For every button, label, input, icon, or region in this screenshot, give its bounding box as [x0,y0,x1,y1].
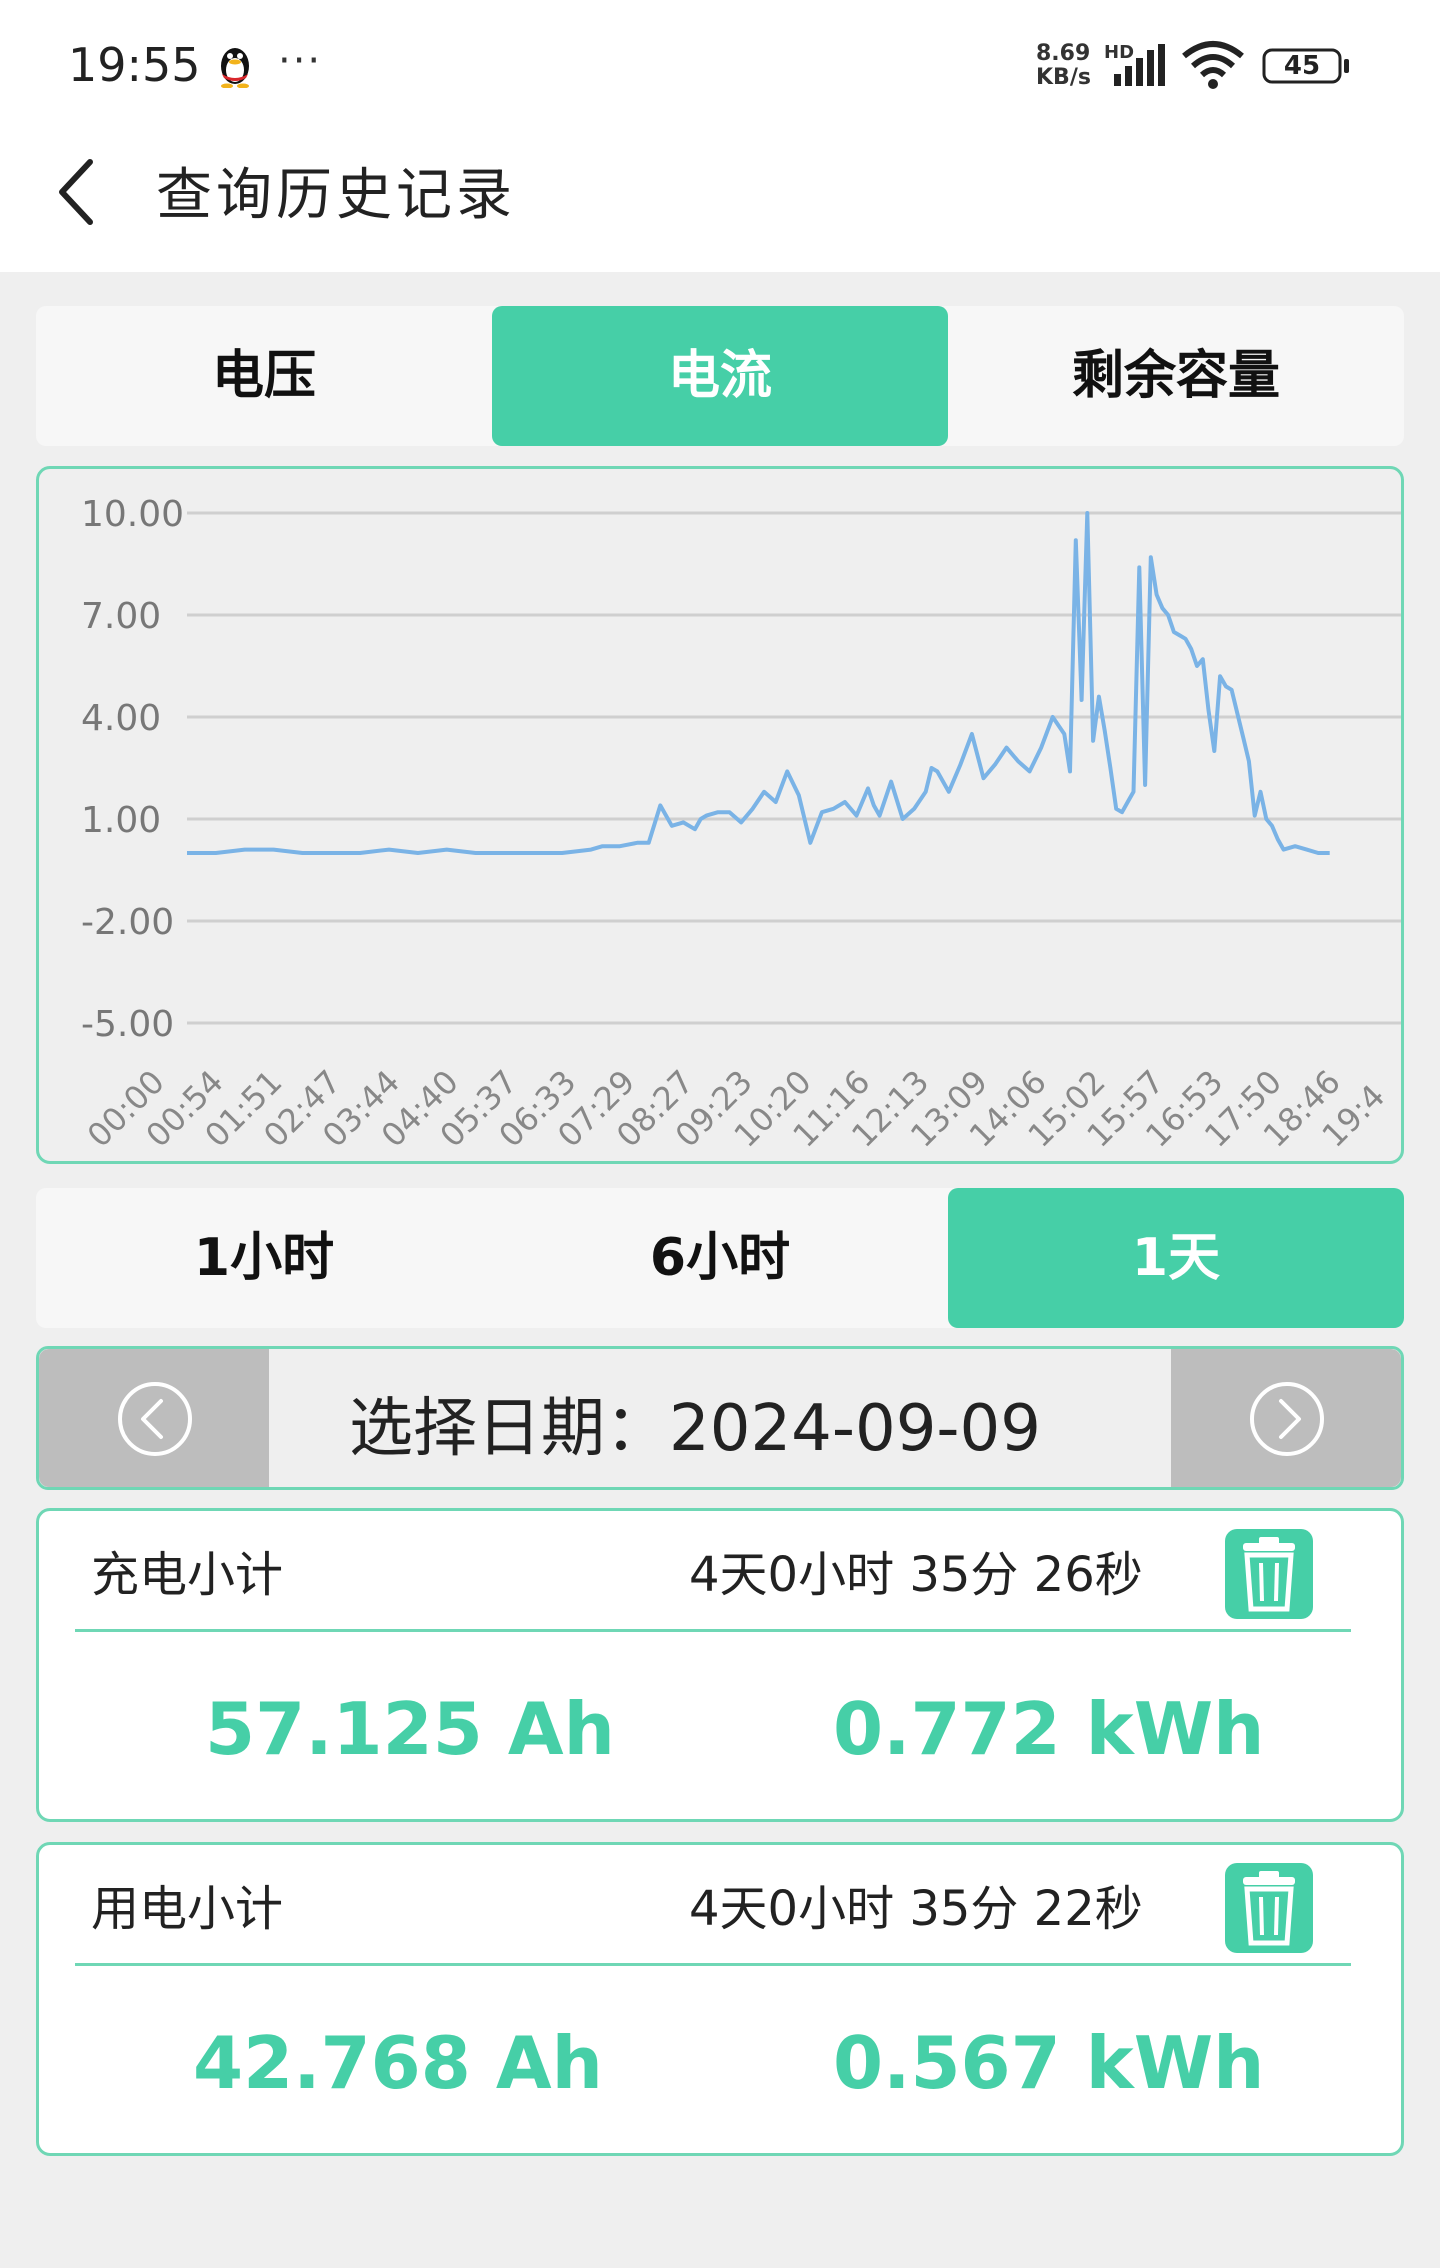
previous-date-button[interactable] [39,1349,269,1487]
tab-range-1d[interactable]: 1天 [948,1188,1404,1328]
cell-signal-icon [1114,44,1165,86]
qq-penguin-icon [221,48,249,88]
selected-date[interactable]: 选择日期：2024-09-09 [349,1377,1041,1469]
page-title: 查询历史记录 [156,163,516,228]
delete-charge-trash-icon[interactable] [1225,1529,1313,1619]
battery-level: 45 [1283,51,1321,81]
status-bar: 19:55 ··· 8.69 KB/s HD 45 [0,0,1440,130]
app-header: 查询历史记录 [0,130,1440,272]
status-time: 19:55 [68,38,201,92]
use-ah-value: 42.768 Ah [193,2021,603,2105]
next-date-button[interactable] [1171,1349,1401,1487]
network-speed-value: 8.69 [1036,41,1091,66]
tab-voltage[interactable]: 电压 [36,306,492,446]
more-notifications-icon: ··· [278,38,323,84]
use-kwh-value: 0.567 kWh [833,2021,1265,2105]
y-tick-label: 4.00 [81,698,161,739]
tab-range-1h[interactable]: 1小时 [36,1188,492,1328]
use-divider [75,1963,1351,1966]
y-tick-label: -2.00 [81,902,174,943]
charge-divider [75,1629,1351,1632]
tab-current[interactable]: 电流 [492,306,948,446]
wifi-icon [1182,41,1244,89]
y-tick-label: 1.00 [81,800,161,841]
range-tabs: 1小时 6小时 1天 [36,1188,1404,1328]
network-speed: 8.69 KB/s [1036,42,1091,90]
network-speed-unit: KB/s [1036,65,1091,90]
use-summary-title: 用电小计 [91,1881,284,1937]
charge-ah-value: 57.125 Ah [205,1687,615,1771]
charge-summary-card: 充电小计 4天0小时 35分 26秒 57.125 Ah 0.772 kWh [36,1508,1404,1822]
use-summary-card: 用电小计 4天0小时 35分 22秒 42.768 Ah 0.567 kWh [36,1842,1404,2156]
y-tick-label: 10.00 [81,494,184,535]
date-picker: 选择日期：2024-09-09 [36,1346,1404,1490]
current-chart[interactable]: 10.00 7.00 4.00 1.00 -2.00 -5.00 00:00 00:54 01:… [36,466,1404,1164]
chevron-left-circle-icon [118,1382,192,1456]
date-value: 2024-09-09 [669,1392,1041,1466]
metric-tabs: 电压 电流 剩余容量 [36,306,1404,446]
chart-canvas: 10.007.004.001.00-2.00-5.0000:0000:5401:… [80,494,1401,1155]
back-arrow-icon[interactable] [52,154,102,230]
delete-use-trash-icon[interactable] [1225,1863,1313,1953]
y-tick-label: -5.00 [81,1004,174,1045]
y-tick-label: 7.00 [81,596,161,637]
charge-duration: 4天0小时 35分 26秒 [689,1547,1143,1603]
current-series-line [187,511,1330,855]
tab-range-6h[interactable]: 6小时 [492,1188,948,1328]
charge-kwh-value: 0.772 kWh [833,1687,1265,1771]
chevron-right-circle-icon [1250,1382,1324,1456]
use-duration: 4天0小时 35分 22秒 [689,1881,1143,1937]
date-label-text: 选择日期： [349,1392,669,1466]
charge-summary-title: 充电小计 [91,1547,284,1603]
tab-remaining-capacity[interactable]: 剩余容量 [948,306,1404,446]
